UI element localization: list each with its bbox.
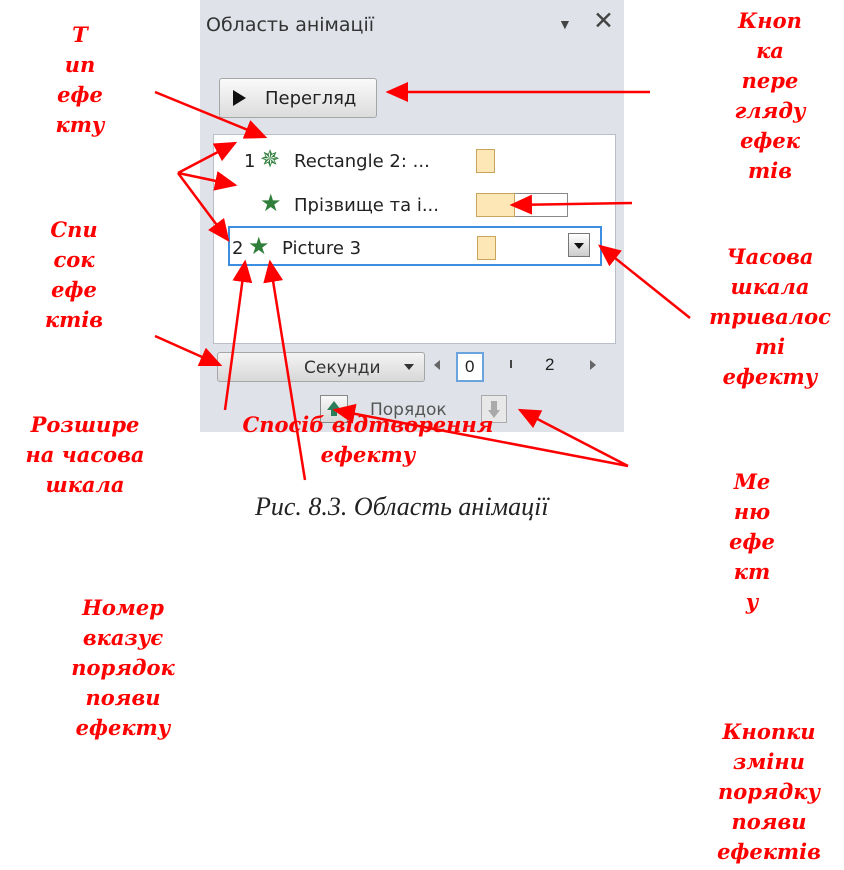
annotation-effect-type: Т ип ефе кту: [55, 22, 105, 137]
figure-caption: Рис. 8.3. Область анімації: [255, 492, 549, 521]
annotation-order-number: Номер вказує порядок появи ефекту: [71, 595, 175, 740]
annotation-effect-list: Спи сок ефе ктів: [44, 217, 104, 332]
annotation-timeline: Часова шкала тривалос ті ефекту: [709, 244, 831, 389]
annotation-playback-method: Спосіб відтворення ефекту: [242, 412, 494, 467]
annotation-play-button: Кноп ка пере гляду ефек тів: [734, 8, 806, 183]
annotation-order-buttons: Кнопки зміни порядку появи ефектів: [717, 719, 821, 864]
annotation-effect-menu: Ме ню ефе кт у: [729, 469, 775, 614]
annotation-extended-timeline: Розшире на часова шкала: [25, 412, 145, 497]
